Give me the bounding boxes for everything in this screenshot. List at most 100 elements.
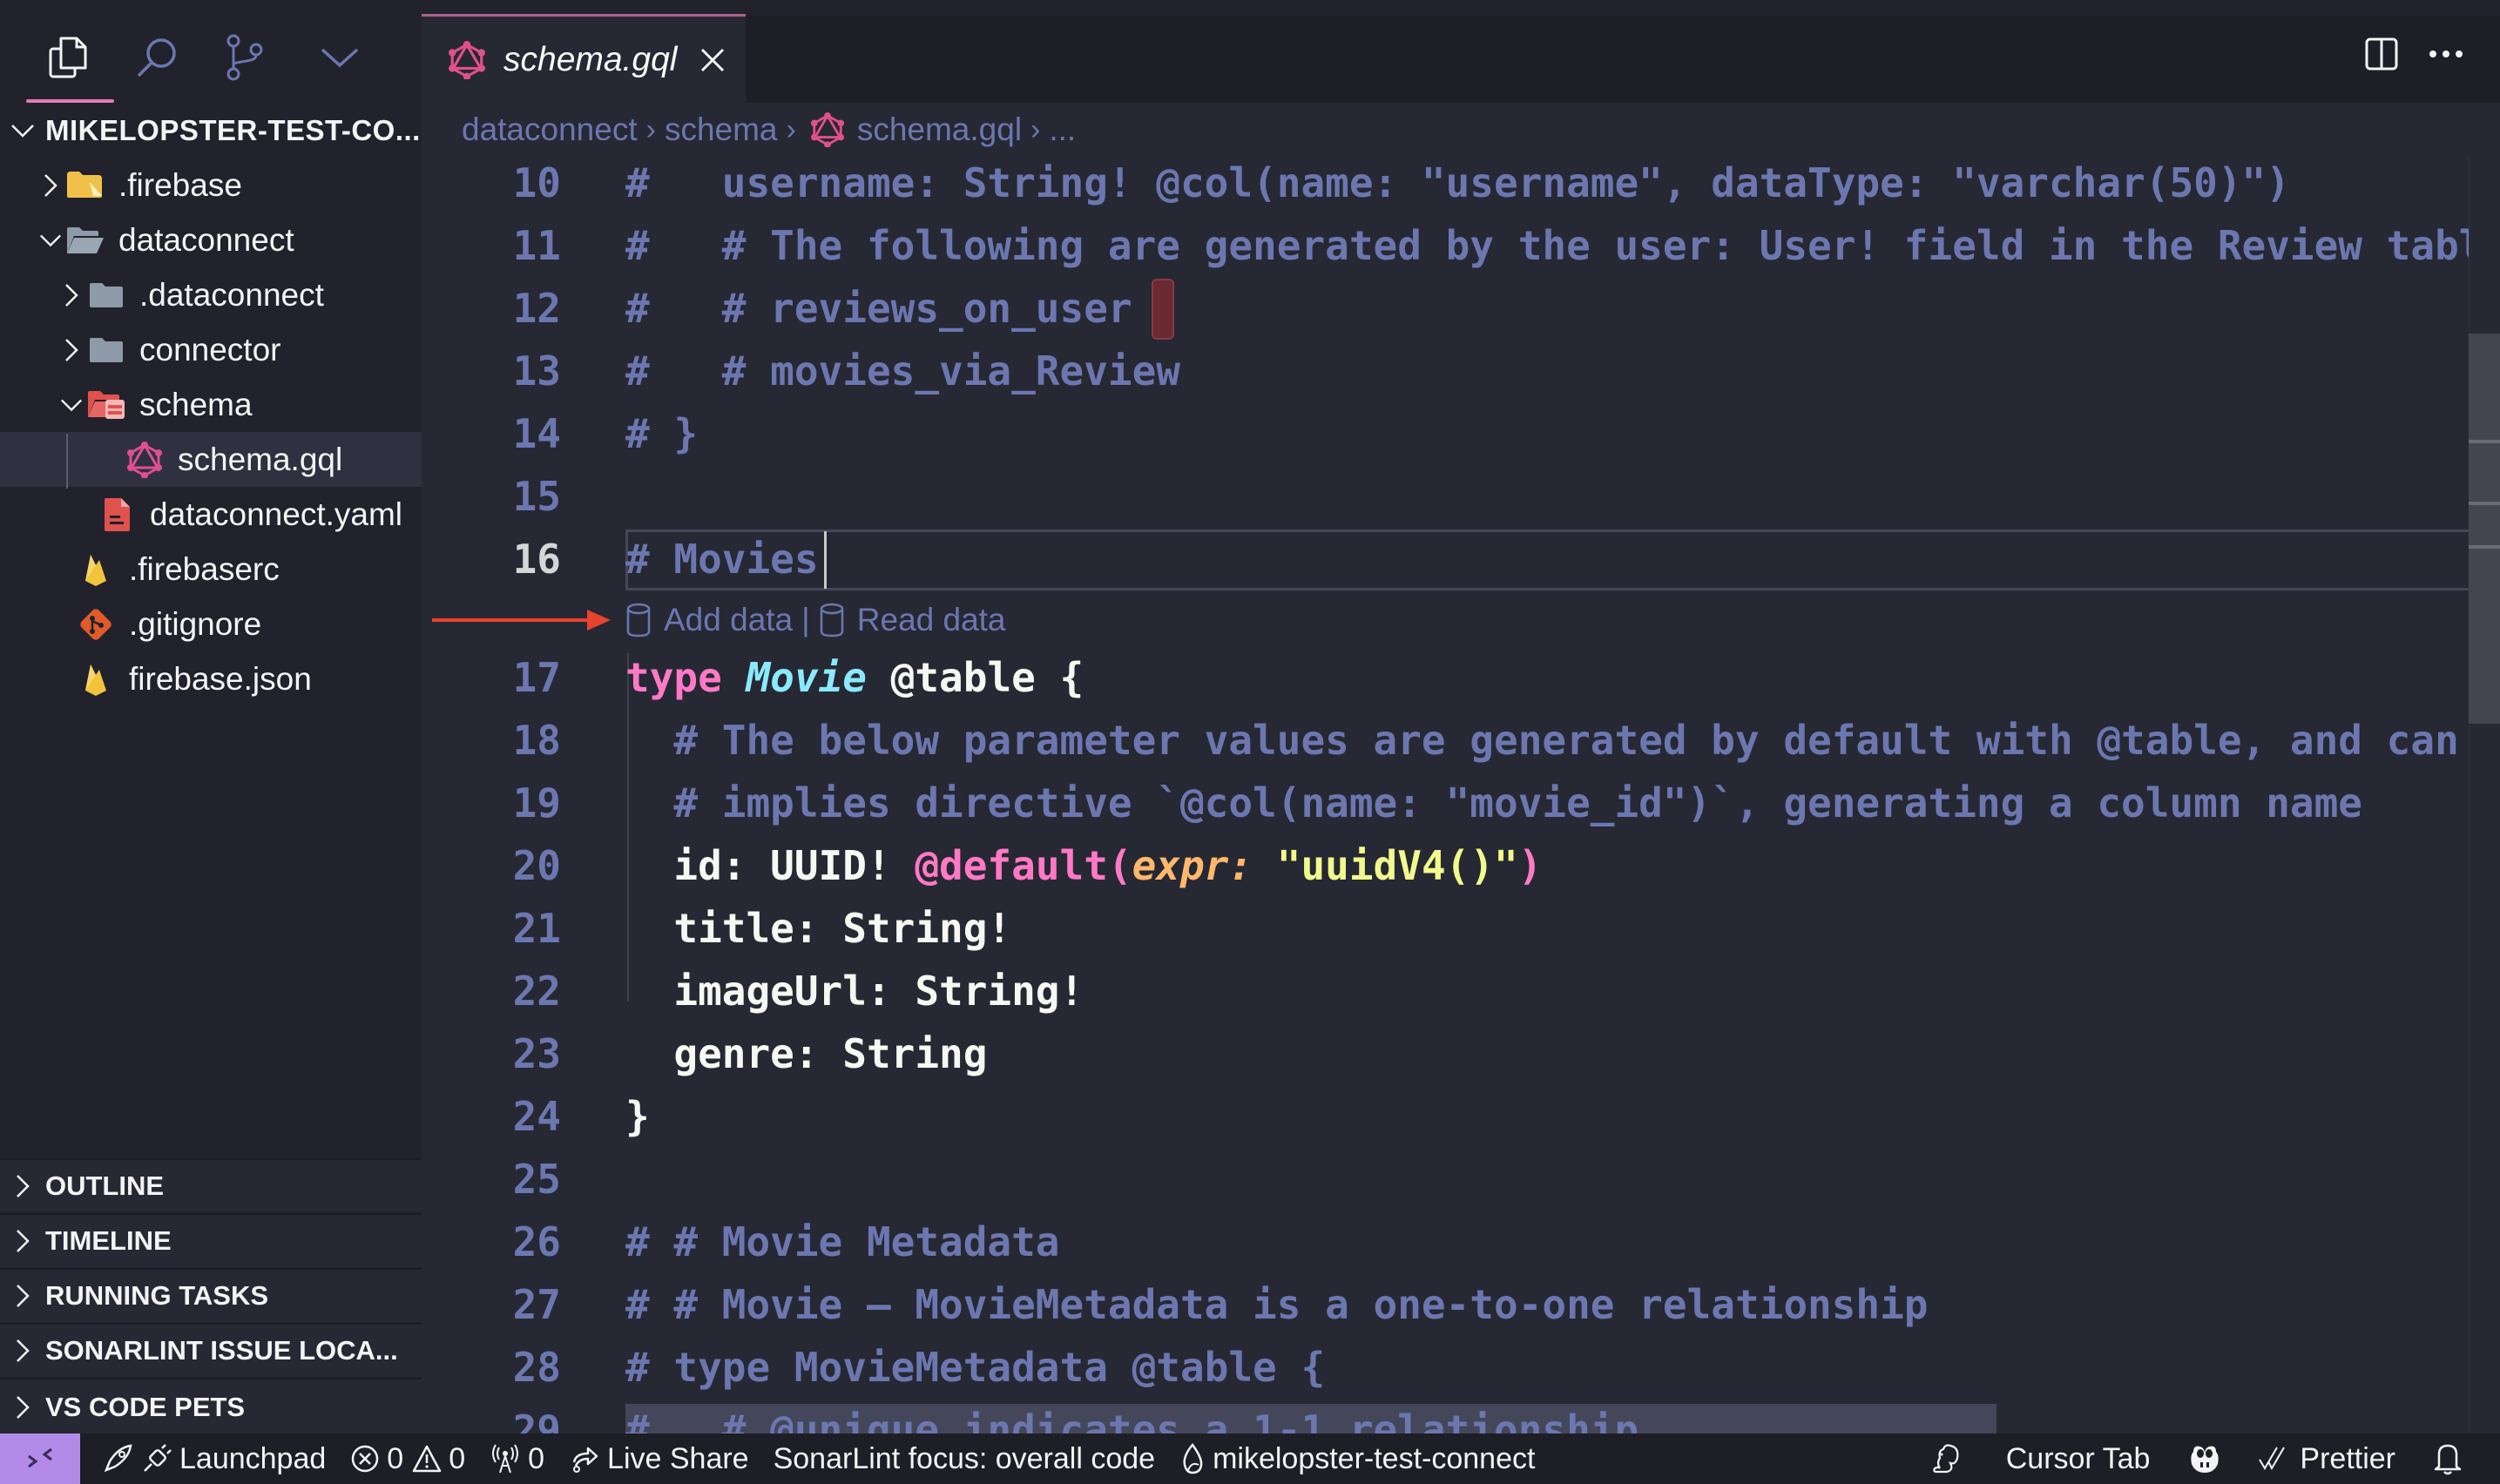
tree-item-dataconnect-folder[interactable]: dataconnect (0, 212, 460, 267)
notifications-button[interactable] (2434, 1433, 2469, 1484)
tree-item-label: dataconnect.yaml (150, 496, 403, 532)
git-icon (80, 608, 111, 640)
section-sonarlint[interactable]: SONARLINT ISSUE LOCA... (0, 1323, 422, 1377)
chevron-right-icon: › (1030, 112, 1041, 146)
line-number: 18 (512, 717, 561, 764)
code-line[interactable]: 25 (422, 1148, 2500, 1211)
add-data-link[interactable]: Add data (664, 602, 793, 638)
search-button[interactable] (131, 31, 183, 84)
tree-item-schema-folder[interactable]: schema (0, 377, 481, 432)
line-content: } (625, 1085, 650, 1148)
breadcrumb: dataconnect › schema › schema.gql › ... (422, 103, 2500, 157)
line-content: # implies directive `@col(name: "movie_i… (625, 772, 2362, 834)
code-token: } (625, 1093, 650, 1140)
code-token: # type MovieMetadata @table { (625, 1344, 1326, 1391)
tree-item-dotdataconnect-folder[interactable]: .dataconnect (0, 267, 481, 322)
code-line[interactable]: 16 # Movies (422, 528, 2500, 590)
source-control-button[interactable] (218, 31, 270, 84)
tree-item-firebase-json[interactable]: firebase.json (0, 651, 495, 706)
ports-button[interactable]: 0 (490, 1433, 544, 1484)
code-token: # # reviews_on_user (625, 285, 1132, 332)
code-line[interactable]: 24} (422, 1085, 2500, 1148)
breadcrumb-item[interactable]: schema (665, 111, 778, 148)
code-token: imageUrl: String! (625, 968, 1084, 1015)
yaml-file-icon (105, 497, 130, 531)
code-line[interactable]: 23 genre: String (422, 1022, 2500, 1085)
chevron-right-icon (44, 173, 57, 197)
explorer-header[interactable]: MIKELOPSTER-TEST-CO... (0, 106, 422, 155)
tree-item-label: schema.gql (178, 441, 343, 477)
prettier-button[interactable]: Prettier (2258, 1433, 2395, 1484)
code-line[interactable]: 19 # implies directive `@col(name: "movi… (422, 772, 2500, 834)
code-line[interactable]: 11 # # The following are generated by the… (422, 214, 2500, 277)
tree-item-label: .firebaserc (129, 550, 280, 587)
firebase-icon (85, 554, 106, 586)
active-view-indicator (26, 99, 114, 103)
section-vscode-pets[interactable]: VS CODE PETS (0, 1378, 422, 1435)
split-editor-icon (2365, 37, 2398, 71)
close-icon[interactable] (698, 45, 727, 75)
error-count: 0 (387, 1441, 404, 1475)
warning-icon (412, 1445, 442, 1473)
code-line[interactable]: 27 # # Movie – MovieMetadata is a one-to-… (422, 1273, 2500, 1336)
code-line[interactable]: 12 # # reviews_on_user (422, 277, 2500, 340)
code-line[interactable]: 21 title: String! (422, 897, 2500, 960)
breadcrumb-item[interactable]: ... (1049, 111, 1076, 148)
code-token: # implies directive `@col(name: "movie_i… (625, 779, 2362, 826)
code-token: type (625, 654, 747, 701)
code-editor[interactable]: 10 # username: String! @col(name: "userna… (422, 157, 2500, 1433)
tab-schema-gql[interactable]: schema.gql (422, 14, 746, 103)
split-editor-button[interactable] (2361, 33, 2402, 75)
breadcrumb-item[interactable]: dataconnect (462, 111, 638, 148)
firebase-icon (85, 664, 106, 696)
more-actions-button[interactable] (2425, 33, 2467, 75)
remote-indicator-button[interactable] (0, 1433, 80, 1484)
more-views-button[interactable] (314, 31, 366, 84)
cursor-tab-button[interactable]: Cursor Tab (2006, 1433, 2151, 1484)
section-timeline[interactable]: TIMELINE (0, 1213, 422, 1267)
code-line[interactable]: 14 # } (422, 402, 2500, 465)
code-token: # # The following are generated by the u… (625, 222, 2500, 269)
vertical-scrollbar-thumb[interactable] (2469, 334, 2500, 724)
code-line[interactable]: 22 imageUrl: String! (422, 960, 2500, 1022)
read-data-link[interactable]: Read data (857, 602, 1006, 638)
copilot-button[interactable] (2188, 1433, 2228, 1484)
section-running-tasks[interactable]: RUNNING TASKS (0, 1268, 422, 1322)
sonarlint-focus-button[interactable]: SonarLint focus: overall code (774, 1433, 1155, 1484)
chevron-right-icon (17, 1285, 30, 1307)
line-content: imageUrl: String! (625, 960, 1084, 1022)
ports-count: 0 (528, 1441, 545, 1475)
chevron-right-icon: › (786, 112, 796, 146)
code-line[interactable]: 18 # The below parameter values are gene… (422, 709, 2500, 772)
code-line[interactable]: 17 type Movie @table { (422, 646, 2500, 709)
tree-item-firebase-folder[interactable]: .firebase (0, 158, 460, 212)
code-line[interactable]: 29 # # @unique indicates a 1-1 relationsh… (422, 1399, 2500, 1433)
squirrel-button[interactable] (1929, 1433, 1968, 1484)
code-line[interactable]: 15 (422, 465, 2500, 528)
code-line[interactable]: 10 # username: String! @col(name: "userna… (422, 157, 2500, 214)
section-outline[interactable]: OUTLINE (0, 1158, 422, 1212)
code-line[interactable]: 26 # # Movie Metadata (422, 1211, 2500, 1273)
firebase-project-button[interactable]: mikelopster-test-connect (1179, 1433, 1535, 1484)
tree-item-label: dataconnect (118, 221, 294, 258)
status-bar: Launchpad 0 0 0 Live Share SonarLint foc… (0, 1433, 2500, 1484)
tree-item-gitignore[interactable]: .gitignore (0, 597, 495, 651)
flame-icon (1183, 1442, 1203, 1474)
tree-item-firebaserc[interactable]: .firebaserc (0, 542, 495, 597)
annotation-arrow (432, 610, 611, 631)
code-line[interactable]: 28 # type MovieMetadata @table { (422, 1336, 2500, 1399)
explorer-button[interactable] (42, 31, 94, 84)
problems-button[interactable]: 0 0 (350, 1433, 465, 1484)
code-token: id: UUID! (625, 842, 916, 889)
breadcrumb-item[interactable]: schema.gql (857, 111, 1022, 148)
code-line[interactable]: 13 # # movies_via_Review (422, 340, 2500, 402)
live-share-button[interactable]: Live Share (569, 1433, 749, 1484)
section-label: VS CODE PETS (45, 1392, 246, 1422)
line-content: # # The following are generated by the u… (625, 214, 2500, 277)
code-line[interactable]: 20 id: UUID! @default(expr: "uuidV4()") (422, 834, 2500, 897)
error-icon (352, 1445, 379, 1473)
code-token: # } (625, 410, 699, 457)
search-icon (137, 38, 176, 78)
tree-item-connector-folder[interactable]: connector (0, 322, 481, 377)
launchpad-button[interactable]: Launchpad (101, 1433, 326, 1484)
